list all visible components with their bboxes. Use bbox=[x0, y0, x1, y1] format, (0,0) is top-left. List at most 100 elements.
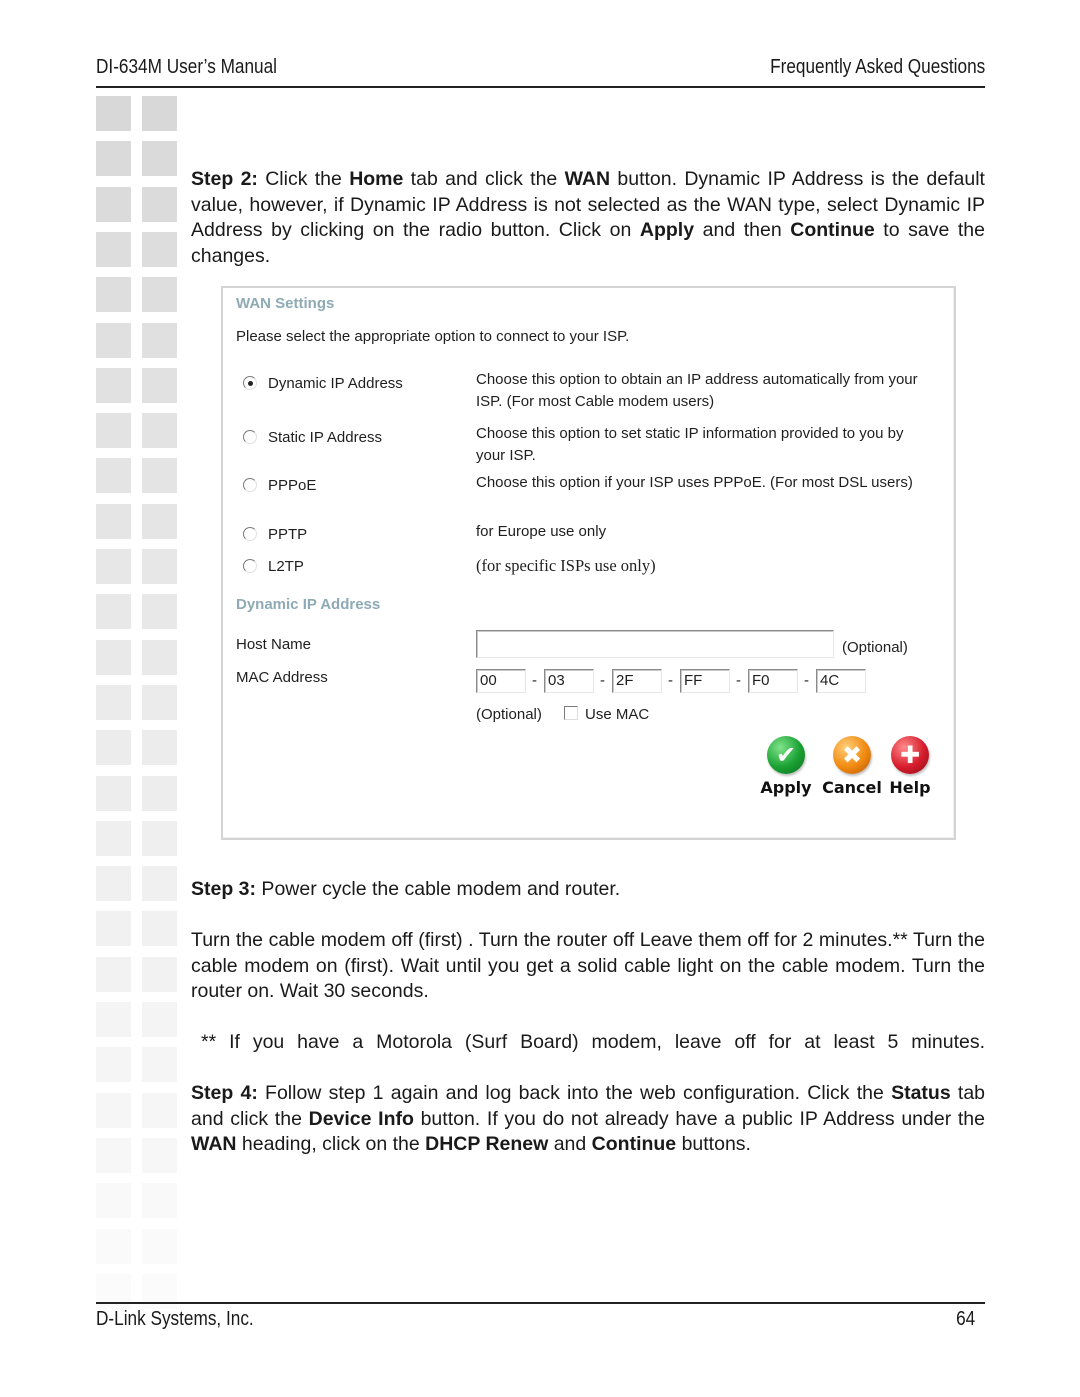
option-desc-dynamic-ip: Choose this option to obtain an IP addre… bbox=[476, 371, 918, 410]
mac-octet-2-input[interactable]: 03 bbox=[544, 669, 594, 693]
decorative-square bbox=[96, 911, 131, 947]
radio-pppoe[interactable] bbox=[243, 478, 257, 492]
decorative-square bbox=[142, 413, 177, 449]
option-desc-pppoe: Choose this option if your ISP uses PPPo… bbox=[476, 474, 913, 491]
decorative-square bbox=[142, 730, 177, 766]
mac-separator: - bbox=[600, 672, 605, 689]
decorative-square bbox=[96, 639, 131, 675]
decorative-square bbox=[96, 1228, 131, 1264]
mac-octet-3-input[interactable]: 2F bbox=[612, 669, 662, 693]
decorative-square bbox=[96, 231, 131, 267]
radio-pptp[interactable] bbox=[243, 527, 257, 541]
mac-separator: - bbox=[804, 672, 809, 689]
x-glyph: ✖ bbox=[841, 741, 863, 769]
option-label-dynamic-ip: Dynamic IP Address bbox=[268, 375, 403, 392]
decorative-square bbox=[96, 820, 131, 856]
company-name: D-Link Systems, Inc. bbox=[96, 1308, 254, 1330]
decorative-square bbox=[96, 1183, 131, 1219]
emphasis-status: Status bbox=[891, 1082, 951, 1104]
apply-button[interactable]: ✔ Apply bbox=[755, 736, 817, 797]
checkmark-icon: ✔ bbox=[767, 736, 805, 774]
decorative-square bbox=[96, 549, 131, 584]
text: Follow step 1 again and log back into th… bbox=[257, 1082, 892, 1104]
page-header: DI-634M User’s Manual Frequently Asked Q… bbox=[96, 56, 985, 82]
emphasis-continue: Continue bbox=[790, 219, 875, 241]
host-name-input[interactable] bbox=[476, 630, 834, 658]
emphasis-wan: WAN bbox=[191, 1133, 237, 1155]
decorative-square bbox=[142, 911, 177, 947]
decorative-square bbox=[96, 866, 131, 902]
mac-separator: - bbox=[668, 672, 673, 689]
step-2-label: Step 2: bbox=[191, 168, 258, 190]
decorative-square bbox=[96, 594, 131, 630]
decorative-square bbox=[142, 367, 177, 403]
decorative-square bbox=[142, 141, 177, 177]
wan-intro-text: Please select the appropriate option to … bbox=[236, 328, 630, 345]
step-2-paragraph: Step 2: Click the Home tab and click the… bbox=[191, 167, 985, 269]
mac-octet-4-input[interactable]: FF bbox=[680, 669, 730, 693]
emphasis-home: Home bbox=[349, 168, 404, 190]
decorative-square bbox=[142, 956, 177, 992]
decorative-square bbox=[142, 1092, 177, 1128]
mac-octet-5-input[interactable]: F0 bbox=[748, 669, 798, 693]
step-4-paragraph: Step 4: Follow step 1 again and log back… bbox=[191, 1081, 985, 1158]
decorative-square bbox=[96, 458, 131, 494]
decorative-square bbox=[142, 277, 177, 313]
decorative-square bbox=[142, 1137, 177, 1173]
decorative-square bbox=[96, 775, 131, 811]
decorative-square bbox=[142, 594, 177, 630]
decorative-square bbox=[142, 458, 177, 494]
host-name-label: Host Name bbox=[236, 636, 312, 653]
decorative-square bbox=[142, 639, 177, 675]
decorative-square bbox=[96, 684, 131, 720]
text: and bbox=[548, 1133, 592, 1155]
radio-dynamic-ip[interactable] bbox=[243, 376, 257, 390]
decorative-square bbox=[96, 1002, 131, 1037]
mac-separator: - bbox=[736, 672, 741, 689]
section-title: Frequently Asked Questions bbox=[770, 56, 986, 78]
step-3-label: Step 3: bbox=[191, 878, 257, 900]
decorative-square bbox=[142, 186, 177, 222]
help-plus-icon: ✚ bbox=[891, 736, 929, 774]
mac-octet-1-input[interactable]: 00 bbox=[476, 669, 526, 693]
text: button. If you do not already have a pub… bbox=[413, 1107, 985, 1130]
host-name-optional: (Optional) bbox=[842, 639, 908, 656]
decorative-square bbox=[96, 277, 131, 313]
emphasis-apply: Apply bbox=[639, 219, 695, 241]
option-desc-l2tp: (for specific ISPs use only) bbox=[476, 556, 656, 575]
use-mac-checkbox[interactable] bbox=[564, 706, 578, 720]
text: buttons. bbox=[676, 1133, 751, 1155]
text: and then bbox=[694, 219, 791, 241]
decorative-square bbox=[96, 1137, 131, 1173]
step-4-label: Step 4: bbox=[191, 1082, 258, 1104]
decorative-square bbox=[96, 367, 131, 403]
decorative-square bbox=[142, 96, 177, 131]
mac-separator: - bbox=[532, 672, 537, 689]
decorative-square bbox=[96, 322, 131, 358]
radio-l2tp[interactable] bbox=[243, 559, 257, 573]
power-cycle-paragraph: Turn the cable modem off (first) . Turn … bbox=[191, 929, 985, 1002]
decorative-square bbox=[96, 956, 131, 992]
footer-rule bbox=[96, 1302, 985, 1304]
decorative-square bbox=[142, 866, 177, 902]
decorative-square bbox=[142, 1228, 177, 1264]
option-desc-static-ip: Choose this option to set static IP info… bbox=[476, 425, 904, 464]
decorative-square bbox=[142, 503, 177, 539]
cancel-x-icon: ✖ bbox=[833, 736, 871, 774]
decorative-square bbox=[96, 503, 131, 539]
radio-static-ip[interactable] bbox=[243, 430, 257, 444]
wan-settings-panel: WAN Settings Please select the appropria… bbox=[221, 286, 956, 840]
cancel-label: Cancel bbox=[822, 778, 882, 797]
help-button[interactable]: ✚ Help bbox=[885, 736, 935, 797]
manual-title: DI-634M User’s Manual bbox=[96, 56, 277, 78]
text: Power cycle the cable modem and router. bbox=[256, 878, 621, 900]
decorative-square bbox=[142, 684, 177, 720]
decorative-square bbox=[142, 1002, 177, 1037]
mac-octet-6-input[interactable]: 4C bbox=[816, 669, 866, 693]
emphasis-device-info: Device Info bbox=[308, 1107, 414, 1130]
step-3-paragraph: Step 3: Power cycle the cable modem and … bbox=[191, 877, 985, 903]
decorative-square bbox=[96, 1092, 131, 1128]
option-label-l2tp: L2TP bbox=[268, 558, 304, 575]
page-number: 64 bbox=[955, 1308, 975, 1330]
cancel-button[interactable]: ✖ Cancel bbox=[817, 736, 887, 797]
